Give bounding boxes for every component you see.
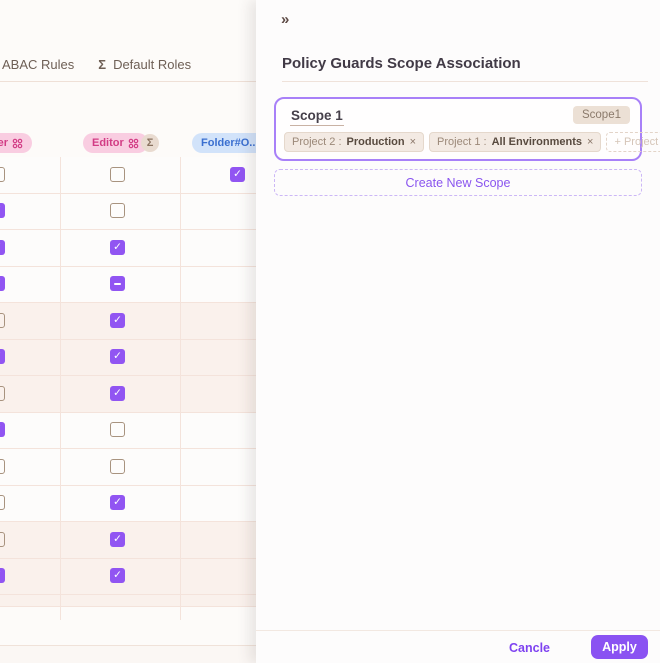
scope-name-input[interactable]: Scope 1 bbox=[290, 108, 344, 126]
column-label: er bbox=[0, 137, 8, 149]
row-checkbox[interactable] bbox=[0, 166, 5, 182]
sigma-aggregate-badge[interactable]: Σ bbox=[141, 134, 159, 152]
chip-value: All Environments bbox=[491, 136, 583, 148]
tab-label: Default Roles bbox=[113, 57, 192, 72]
row-checkbox[interactable] bbox=[0, 422, 5, 438]
row-checkbox[interactable] bbox=[110, 239, 125, 255]
row-checkbox[interactable] bbox=[0, 312, 5, 328]
row-checkbox[interactable] bbox=[0, 276, 5, 292]
divider bbox=[256, 630, 660, 631]
row-checkbox[interactable] bbox=[110, 531, 125, 547]
tab-default-roles[interactable]: Σ Default Roles bbox=[98, 57, 191, 72]
chip-value: Production bbox=[346, 136, 405, 148]
table-row bbox=[0, 485, 260, 522]
divider bbox=[0, 81, 256, 82]
column-label: Folder#O... bbox=[201, 137, 259, 149]
permissions-table bbox=[0, 157, 260, 607]
divider bbox=[282, 81, 648, 82]
scope-association-panel: » Policy Guards Scope Association Scope … bbox=[256, 0, 660, 663]
scope-filter-chip: Project 2 : Production × bbox=[284, 132, 425, 152]
cancel-button[interactable]: Cancle bbox=[509, 641, 550, 655]
sigma-icon: Σ bbox=[98, 57, 107, 72]
remove-chip-icon[interactable]: × bbox=[587, 136, 593, 148]
column-pill-editor[interactable]: Editor bbox=[83, 133, 148, 153]
row-checkbox[interactable] bbox=[0, 531, 5, 547]
table-row bbox=[0, 266, 260, 303]
table-row bbox=[0, 303, 260, 340]
table-row bbox=[0, 558, 260, 595]
row-checkbox[interactable] bbox=[110, 495, 125, 511]
row-checkbox[interactable] bbox=[110, 349, 125, 365]
table-row bbox=[0, 376, 260, 413]
row-checkbox[interactable] bbox=[0, 568, 5, 584]
row-checkbox[interactable] bbox=[110, 422, 125, 438]
row-checkbox[interactable] bbox=[110, 276, 125, 292]
row-checkbox[interactable] bbox=[0, 495, 5, 511]
collapse-panel-icon[interactable]: » bbox=[281, 11, 289, 28]
add-chip-placeholder[interactable]: + Project : Environment bbox=[606, 132, 660, 152]
tab-bar: ABAC Rules Σ Default Roles bbox=[2, 57, 191, 72]
scope-chips-row: Project 2 : Production × Project 1 : All E… bbox=[284, 132, 660, 152]
create-new-scope-button[interactable]: Create New Scope bbox=[274, 169, 642, 196]
column-divider bbox=[60, 157, 61, 620]
row-checkbox[interactable] bbox=[110, 312, 125, 328]
table-row bbox=[0, 157, 260, 194]
grid-icon bbox=[12, 138, 23, 148]
row-checkbox[interactable] bbox=[110, 385, 125, 401]
scope-card: Scope 1 Scope1 Project 2 : Production × Pr… bbox=[274, 97, 660, 161]
table-column-headers: er Editor Σ Folder#O... bbox=[0, 133, 276, 154]
tab-abac-rules[interactable]: ABAC Rules bbox=[2, 57, 74, 72]
row-checkbox[interactable] bbox=[110, 166, 125, 182]
row-checkbox[interactable] bbox=[0, 203, 5, 219]
row-checkbox[interactable] bbox=[0, 385, 5, 401]
table-row bbox=[0, 412, 260, 449]
app-root: ABAC Rules Σ Default Roles er Editor Σ F… bbox=[0, 0, 660, 663]
tab-label: ABAC Rules bbox=[2, 57, 75, 72]
column-label: Editor bbox=[92, 137, 124, 149]
column-pill-cut[interactable]: er bbox=[0, 133, 32, 153]
row-checkbox[interactable] bbox=[110, 203, 125, 219]
table-row bbox=[0, 595, 260, 607]
scope-id-badge: Scope1 bbox=[572, 106, 630, 124]
row-checkbox[interactable] bbox=[230, 166, 245, 182]
table-row bbox=[0, 230, 260, 267]
table-footer-strip bbox=[0, 646, 256, 663]
chip-label: Project 2 : bbox=[292, 136, 342, 148]
grid-icon bbox=[128, 138, 139, 148]
table-row bbox=[0, 522, 260, 559]
chip-label: Project 1 : bbox=[437, 136, 487, 148]
table-row bbox=[0, 193, 260, 230]
row-checkbox[interactable] bbox=[0, 349, 5, 365]
row-checkbox[interactable] bbox=[110, 458, 125, 474]
row-checkbox[interactable] bbox=[0, 458, 5, 474]
column-divider bbox=[180, 157, 181, 620]
row-checkbox[interactable] bbox=[0, 239, 5, 255]
panel-title: Policy Guards Scope Association bbox=[282, 55, 521, 72]
remove-chip-icon[interactable]: × bbox=[410, 136, 416, 148]
apply-button[interactable]: Apply bbox=[591, 635, 648, 659]
table-row bbox=[0, 449, 260, 486]
table-row bbox=[0, 339, 260, 376]
scope-filter-chip: Project 1 : All Environments × bbox=[429, 132, 602, 152]
row-checkbox[interactable] bbox=[110, 568, 125, 584]
